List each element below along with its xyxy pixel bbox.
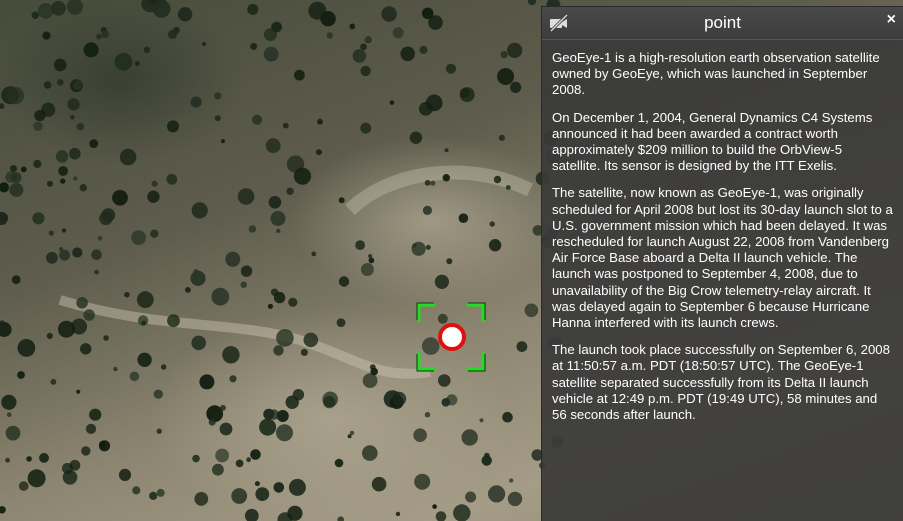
info-box-title: point (704, 13, 741, 32)
close-icon[interactable]: × (887, 12, 896, 28)
description-paragraph: The launch took place successfully on Se… (552, 342, 890, 423)
description-paragraph: GeoEye-1 is a high-resolution earth obse… (552, 50, 880, 98)
info-box-description: GeoEye-1 is a high-resolution earth obse… (542, 40, 903, 423)
point-marker-icon[interactable] (416, 302, 486, 372)
description-paragraph: On December 1, 2004, General Dynamics C4… (552, 109, 873, 174)
info-box: point × GeoEye-1 is a high-resolution ea… (541, 6, 903, 521)
info-box-header: point × (542, 7, 903, 40)
description-paragraph: The satellite, now known as GeoEye-1, wa… (552, 185, 893, 331)
selected-point[interactable] (416, 302, 486, 372)
